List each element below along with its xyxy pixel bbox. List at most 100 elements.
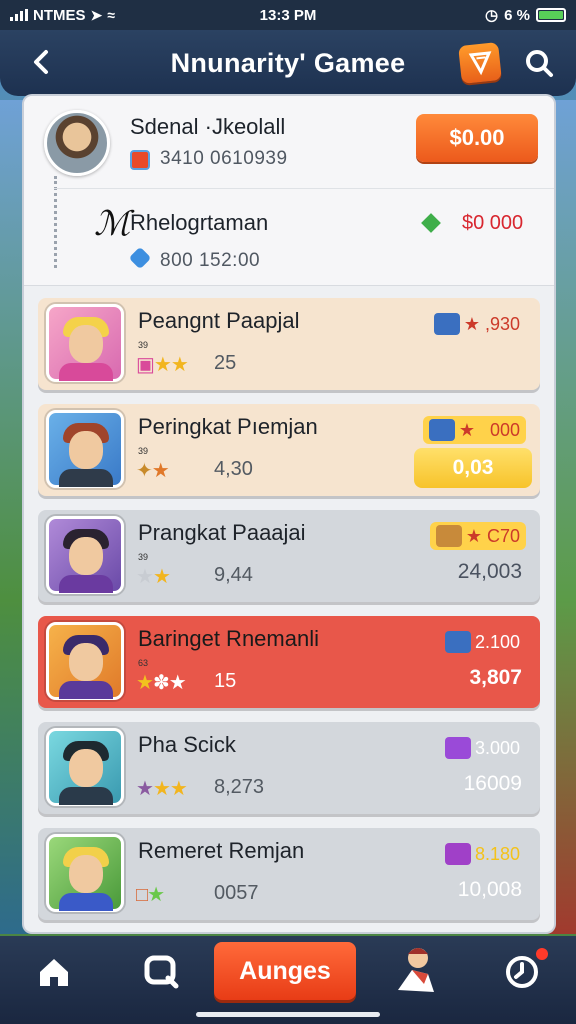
alarm-icon: ◷ xyxy=(485,7,499,24)
battery-icon xyxy=(536,8,566,22)
leaderboard-list: Peangnt Paapjal 39 ▣★★ 25 ★ ,930 Peringk… xyxy=(38,298,540,934)
row-score: 0057 xyxy=(214,882,259,904)
player-thumbnail xyxy=(46,410,124,488)
nav-main-button[interactable]: Aunges xyxy=(214,942,356,1000)
row-badge-text: ★ 000 xyxy=(458,419,520,440)
leaderboard-row[interactable]: Peangnt Paapjal 39 ▣★★ 25 ★ ,930 xyxy=(38,298,540,390)
home-indicator xyxy=(196,1012,380,1017)
ticket-button[interactable] xyxy=(458,42,502,84)
row-title: Prangkat Paaajai xyxy=(138,520,306,545)
row-title: Peringkat Pıemjan xyxy=(138,414,318,439)
player-thumbnail xyxy=(46,622,124,700)
nav-profile[interactable] xyxy=(388,940,442,1000)
nav-home[interactable] xyxy=(32,950,76,994)
row-title: Peangnt Paapjal xyxy=(138,308,300,333)
player-name: Sdenal ·Jkeolall xyxy=(130,114,286,139)
row-badge: ★ 000 xyxy=(422,416,526,444)
star-rating-icon: ★★ xyxy=(136,566,171,588)
row-badge: ★ ,930 xyxy=(428,310,526,338)
location-icon: ➤ xyxy=(90,6,103,23)
page-title: Nnunarity' Gamee xyxy=(170,47,406,78)
home-icon xyxy=(40,959,68,986)
avatar[interactable] xyxy=(44,110,110,176)
leaderboard-row[interactable]: Baringet Rnemanli 63 ★✽★ 15 2.100 3,807 xyxy=(38,616,540,708)
trophy-icon xyxy=(433,313,460,335)
carrier-label: NTMES xyxy=(33,6,86,24)
row-total: 24,003 xyxy=(457,560,522,583)
flag-icon xyxy=(444,631,471,653)
row-badge: 8.180 xyxy=(439,840,526,868)
player-thumbnail xyxy=(46,728,124,806)
leaderboard-row[interactable]: Prangkat Paaajai 39 ★★ 9,44 ★ C70 24,003 xyxy=(38,510,540,602)
row-title: Baringet Rnemanli xyxy=(138,626,319,651)
row-sub: 63 xyxy=(138,658,149,668)
row-badge-text: ★ C70 xyxy=(465,525,520,546)
nav-search[interactable] xyxy=(140,950,184,994)
star-rating-icon: ★✽★ xyxy=(136,672,187,694)
row-total: 10,008 xyxy=(457,878,522,901)
battery-text: 6 % xyxy=(504,6,530,24)
row-score: 8,273 xyxy=(214,776,265,798)
wifi-icon: ≈ xyxy=(107,7,115,23)
gem-icon xyxy=(128,246,152,270)
player-avatar-icon xyxy=(398,948,434,992)
row-title: Remeret Remjan xyxy=(138,838,305,863)
player2-amount: $0 000 xyxy=(462,212,524,234)
leaderboard-row[interactable]: Peringkat Pıemjan 39 ✦★ 4,30 ★ 000 0,03 xyxy=(38,404,540,496)
bolt-icon xyxy=(444,737,471,759)
player-thumbnail xyxy=(46,516,124,594)
player-name-2: Rhelogrtaman xyxy=(130,210,269,235)
connector-line xyxy=(54,176,57,268)
row-score: 4,30 xyxy=(214,458,253,480)
bottom-navigation: Aunges xyxy=(0,936,576,1024)
row-total: 3,807 xyxy=(469,666,522,689)
gem-cluster-icon xyxy=(444,843,471,865)
chevron-left-icon xyxy=(34,50,48,74)
leaderboard-panel: Sdenal ·Jkeolall 3410 0610939 $0.00 ℳ Rh… xyxy=(24,96,554,932)
row-score: 9,44 xyxy=(214,564,253,586)
search-icon xyxy=(526,50,553,77)
search-button[interactable] xyxy=(520,44,558,82)
row-score: 25 xyxy=(214,352,237,374)
row-sub: 39 xyxy=(138,446,149,456)
app-header: Nnunarity' Gamee xyxy=(0,30,576,96)
row-badge: 3.000 xyxy=(439,734,526,762)
ticket-icon xyxy=(468,51,492,76)
profile-section: Sdenal ·Jkeolall 3410 0610939 $0.00 ℳ Rh… xyxy=(24,96,554,286)
row-badge-text: 8.180 xyxy=(474,843,520,864)
row-title: Pha Scick xyxy=(138,732,236,757)
player-thumbnail xyxy=(46,304,124,382)
search-icon xyxy=(144,955,179,989)
leaderboard-row[interactable]: Remeret Remjan □★ 0057 8.180 10,008 xyxy=(38,828,540,920)
diamond-icon xyxy=(421,213,441,233)
row-sub: 39 xyxy=(138,552,149,562)
player-id-2: 800 152:00 xyxy=(160,250,261,271)
scroll-icon xyxy=(435,525,462,547)
row-sub: 39 xyxy=(138,340,149,350)
leaderboard-row[interactable]: Pha Scick ★★★ 8,273 3.000 16009 xyxy=(38,722,540,814)
row-badge-text: 3.000 xyxy=(474,737,520,758)
player-id: 3410 0610939 xyxy=(160,148,288,169)
row-badge: ★ C70 xyxy=(429,522,526,550)
notification-dot xyxy=(536,948,548,960)
back-button[interactable] xyxy=(24,44,60,80)
row-badge-text: ★ ,930 xyxy=(463,313,520,334)
row-score: 15 xyxy=(214,670,237,692)
star-rating-icon: □★ xyxy=(136,884,165,906)
coin-stack-icon xyxy=(428,419,455,441)
row-badge-text: 2.100 xyxy=(474,631,520,652)
row-total: 0,03 xyxy=(414,448,532,488)
row-total: 16009 xyxy=(463,772,522,795)
coin-balance-button[interactable]: $0.00 xyxy=(416,114,538,162)
status-time: 13:3 PM xyxy=(259,6,317,24)
star-rating-icon: ★★★ xyxy=(136,778,188,800)
signal-icon xyxy=(10,9,28,21)
divider xyxy=(54,188,554,189)
row-badge: 2.100 xyxy=(439,628,526,656)
star-rating-icon: ▣★★ xyxy=(136,354,189,376)
signature-glyph: ℳ xyxy=(94,204,131,244)
level-icon xyxy=(130,150,150,170)
status-bar: NTMES ➤ ≈ 13:3 PM ◷ 6 % xyxy=(0,0,576,30)
star-rating-icon: ✦★ xyxy=(136,460,170,482)
player-thumbnail xyxy=(46,834,124,912)
